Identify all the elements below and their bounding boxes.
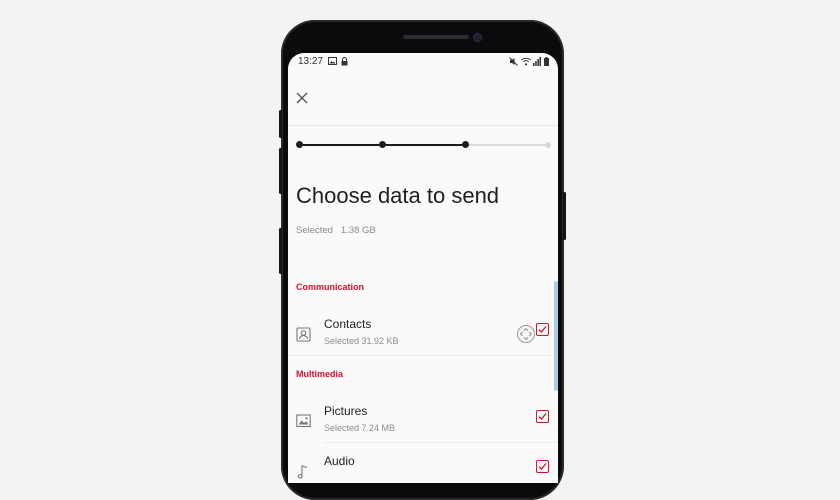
step-segment-2 <box>386 144 462 146</box>
image-icon <box>328 57 337 68</box>
checkbox-audio[interactable] <box>536 460 549 473</box>
step-progress-indicator <box>296 141 552 149</box>
step-dot-2 <box>379 141 386 148</box>
bixby-key <box>279 148 282 194</box>
rotate-icon <box>520 328 532 340</box>
checkbox-pictures[interactable] <box>536 410 549 423</box>
music-note-icon <box>296 464 312 480</box>
contact-icon <box>296 327 312 343</box>
header-divider <box>288 125 558 126</box>
step-segment-1 <box>303 144 379 146</box>
status-time: 13:27 <box>298 56 324 67</box>
wifi-icon <box>521 57 531 69</box>
bixby-key-lower <box>279 228 282 274</box>
close-button[interactable] <box>296 89 308 107</box>
row-divider <box>324 442 558 443</box>
checkbox-contacts[interactable] <box>536 323 549 336</box>
scrollbar[interactable] <box>554 281 558 391</box>
rotate-screen-button[interactable] <box>517 325 535 343</box>
list-item-audio[interactable]: Audio <box>288 454 558 483</box>
row-divider <box>288 355 558 356</box>
step-segment-3 <box>469 144 545 146</box>
check-icon <box>538 463 547 470</box>
close-icon <box>296 92 308 104</box>
status-bar: 13:27 <box>288 53 558 70</box>
step-dot-4 <box>545 141 551 148</box>
list-item-label: Audio <box>324 454 355 468</box>
battery-icon <box>544 57 549 69</box>
check-icon <box>538 326 547 333</box>
list-item-size: Selected 31.92 KB <box>324 336 399 346</box>
power-key <box>563 192 566 240</box>
volume-key <box>279 110 282 138</box>
mute-icon <box>509 57 518 69</box>
earpiece-speaker <box>403 35 469 39</box>
phone-screen: 13:27 Choose data to send Selected 1.38 … <box>288 53 558 483</box>
page-title: Choose data to send <box>296 183 500 208</box>
front-camera <box>474 34 481 41</box>
image-icon <box>296 414 312 430</box>
section-heading-communication: Communication <box>296 282 365 292</box>
list-item-label: Pictures <box>324 404 368 418</box>
signal-icon <box>533 57 541 69</box>
selected-total: Selected 1.38 GB <box>296 225 376 236</box>
lock-icon <box>341 57 348 69</box>
list-item-size: Selected 7.24 MB <box>324 423 396 433</box>
step-dot-3 <box>462 141 469 148</box>
list-item-pictures[interactable]: Pictures Selected 7.24 MB <box>288 404 558 452</box>
check-icon <box>538 413 547 420</box>
step-dot-1 <box>296 141 303 148</box>
list-item-label: Contacts <box>324 317 372 331</box>
section-heading-multimedia: Multimedia <box>296 369 344 379</box>
